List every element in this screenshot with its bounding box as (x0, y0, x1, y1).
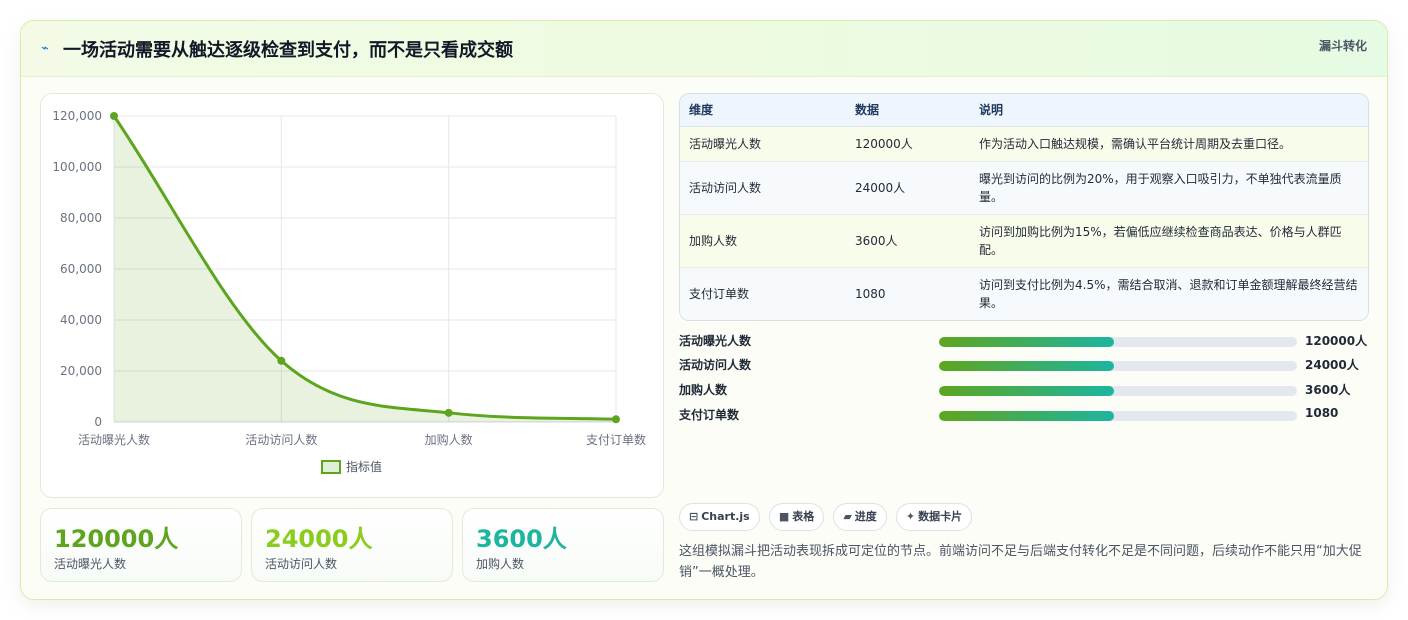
progress-row: 加购人数 3600人 (679, 379, 1369, 399)
progress-fill (939, 337, 1115, 347)
progress-value: 3600人 (1305, 383, 1351, 397)
progress-fill (939, 361, 1115, 371)
y-tick-label: 100,000 (52, 160, 102, 174)
y-tick-label: 80,000 (60, 211, 102, 225)
progress-icon: ▰ (843, 510, 852, 523)
chip-data-cards[interactable]: ✦ 数据卡片 (895, 503, 973, 531)
spark-icon: ⌁ (41, 41, 49, 56)
analysis-note: 这组模拟漏斗把活动表现拆成可定位的节点。前端访问不足与后端支付转化不足是不同问题… (679, 544, 1362, 580)
chart-panel: 0 20,000 40,000 60,000 80,000 100,000 120,000 … (40, 93, 664, 498)
x-tick-label: 活动访问人数 (245, 432, 317, 447)
page: ⌁ 一场活动需要从触达逐级检查到支付，而不是只看成交额 漏斗转化 0 20,000… (0, 0, 1408, 620)
progress-row: 活动访问人数 24000人 (679, 354, 1369, 374)
table-row: 活动访问人数 24000人 曝光到访问的比例为20%，用于观察入口吸引力，不单独… (680, 161, 1368, 215)
progress-track (939, 337, 1297, 347)
column-header-value: 数据 (846, 94, 970, 127)
x-tick-label: 支付订单数 (586, 432, 646, 447)
y-tick-label: 40,000 (60, 313, 102, 327)
cell-dimension: 支付订单数 (689, 286, 750, 301)
feature-chips: ⊟ Chart.js ■ 表格 ▰ 进度 ✦ 数据卡片 (679, 503, 976, 531)
y-tick-label: 20,000 (60, 364, 102, 378)
page-title: 一场活动需要从触达逐级检查到支付，而不是只看成交额 (63, 40, 513, 61)
legend-swatch (321, 460, 341, 474)
legend-label[interactable]: 指标值 (346, 459, 382, 474)
kpi-card: 3600人 加购人数 (462, 508, 664, 582)
progress-value: 1080 (1305, 406, 1339, 420)
x-tick-label: 加购人数 (425, 432, 473, 447)
data-point[interactable] (110, 112, 118, 120)
metrics-table: 维度 数据 说明 活动曝光人数 120000人 作为活动入口触达规模，需确认平台… (679, 93, 1369, 321)
chip-progress[interactable]: ▰ 进度 (833, 503, 887, 531)
cell-dimension: 加购人数 (680, 214, 846, 268)
column-header-description: 说明 (970, 94, 1368, 127)
progress-track (939, 386, 1297, 396)
header-tag: 漏斗转化 (1318, 39, 1367, 53)
cell-description: 作为活动入口触达规模，需确认平台统计周期及去重口径。 (970, 126, 1368, 162)
cell-dimension: 活动访问人数 (680, 161, 846, 215)
chip-label: 数据卡片 (918, 510, 963, 523)
kpi-value: 24000人 (265, 525, 373, 553)
cell-description: 访问到加购比例为15%，若偏低应继续检查商品表达、价格与人群匹配。 (970, 214, 1368, 268)
data-point[interactable] (277, 356, 286, 365)
cell-value: 3600人 (846, 214, 970, 268)
chip-label: 进度 (854, 510, 877, 523)
kpi-label: 活动访问人数 (265, 557, 338, 571)
progress-label: 支付订单数 (679, 408, 740, 422)
table-row: 加购人数 3600人 访问到加购比例为15%，若偏低应继续检查商品表达、价格与人… (680, 214, 1368, 268)
progress-row: 活动曝光人数 120000人 (679, 330, 1369, 350)
progress-fill (939, 386, 1115, 396)
y-tick-label: 120,000 (52, 109, 102, 123)
sparkle-icon: ✦ (905, 510, 916, 523)
progress-row: 支付订单数 1080 (679, 404, 1369, 424)
cell-value: 24000人 (846, 161, 970, 215)
kpi-label: 加购人数 (476, 557, 525, 571)
cell-dimension: 活动曝光人数 (680, 126, 846, 162)
progress-value: 120000人 (1305, 334, 1368, 348)
cell-value: 1080 (855, 286, 886, 301)
cell-description: 曝光到访问的比例为20%，用于观察入口吸引力，不单独代表流量质量。 (970, 161, 1368, 215)
progress-track (939, 361, 1297, 371)
table-icon: ■ (778, 510, 790, 523)
cell-description: 访问到支付比例为4.5%，需结合取消、退款和订单金额理解最终经营结果。 (979, 277, 1358, 310)
progress-track (939, 411, 1297, 421)
chip-chartjs[interactable]: ⊟ Chart.js (679, 503, 760, 531)
progress-value: 24000人 (1305, 358, 1359, 372)
data-point[interactable] (612, 415, 620, 424)
kpi-value: 120000人 (54, 525, 179, 553)
table-row: 支付订单数 1080 访问到支付比例为4.5%，需结合取消、退款和订单金额理解最… (680, 267, 1368, 320)
card-header: ⌁ 一场活动需要从触达逐级检查到支付，而不是只看成交额 漏斗转化 (21, 21, 1387, 77)
cell-value: 120000人 (846, 126, 970, 162)
progress-label: 加购人数 (679, 383, 728, 397)
chip-label: Chart.js (701, 510, 750, 523)
kpi-card: 120000人 活动曝光人数 (40, 508, 242, 582)
y-tick-label: 0 (94, 415, 102, 429)
funnel-line-chart: 020,00040,00060,00080,000100,000120,000 … (52, 109, 646, 474)
progress-label: 活动访问人数 (679, 358, 752, 372)
funnel-card: ⌁ 一场活动需要从触达逐级检查到支付，而不是只看成交额 漏斗转化 0 20,000… (20, 20, 1388, 600)
y-tick-label: 60,000 (60, 262, 102, 276)
kpi-card: 24000人 活动访问人数 (251, 508, 453, 582)
progress-fill (939, 411, 1115, 421)
progress-label: 活动曝光人数 (679, 334, 752, 348)
chart-icon: ⊟ (689, 510, 699, 523)
x-tick-label: 活动曝光人数 (78, 432, 150, 447)
kpi-value: 3600人 (476, 525, 567, 553)
data-point[interactable] (444, 408, 453, 417)
chip-label: 表格 (792, 510, 815, 523)
table-header-row: 维度 数据 说明 (680, 94, 1368, 127)
kpi-label: 活动曝光人数 (54, 557, 127, 571)
column-header-dimension: 维度 (680, 94, 846, 127)
table-row: 活动曝光人数 120000人 作为活动入口触达规模，需确认平台统计周期及去重口径… (680, 126, 1368, 162)
chip-table[interactable]: ■ 表格 (768, 503, 825, 531)
